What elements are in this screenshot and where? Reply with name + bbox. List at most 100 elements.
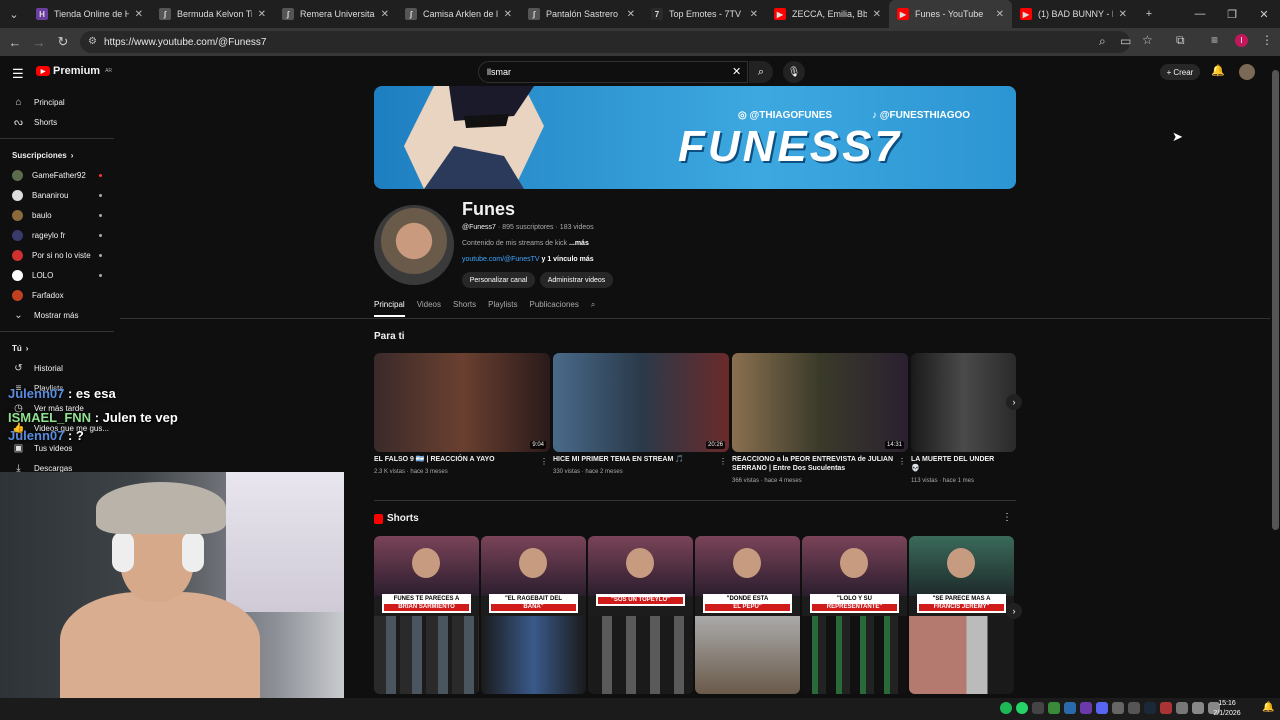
close-tab-icon[interactable]: ✕	[873, 9, 881, 20]
short-card[interactable]: "DONDE ESTA EL PEPU"	[695, 536, 800, 694]
short-card[interactable]: "EL RAGEBAIT DEL BANA"	[481, 536, 586, 694]
sidebar-subscription[interactable]: LOLO	[0, 265, 114, 285]
new-tab-icon[interactable]: +	[1135, 0, 1163, 28]
close-tab-icon[interactable]: ✕	[504, 9, 512, 20]
close-tab-icon[interactable]: ✕	[258, 9, 266, 20]
tab-search-icon[interactable]: ⌄	[0, 0, 28, 28]
notifications-bell-icon[interactable]: 🔔	[1211, 64, 1225, 77]
tray-app-icon[interactable]	[1032, 702, 1044, 714]
short-card[interactable]: FUNES TE PARECES A BRIAN SARMIENTO	[374, 536, 479, 694]
video-title[interactable]: REACCIONO a la PEOR ENTREVISTA de JULIAN…	[732, 456, 908, 474]
tray-app-icon[interactable]	[1048, 702, 1060, 714]
browser-tab[interactable]: ʃRemera Universitaria✕	[274, 0, 397, 28]
show-more-button[interactable]: ⌄ Mostrar más	[0, 305, 114, 325]
site-info-icon[interactable]: ⚙	[88, 36, 97, 47]
more-options-icon[interactable]: ⋮	[719, 457, 727, 466]
tab-playlists[interactable]: Playlists	[488, 300, 517, 317]
reload-icon[interactable]: ↻	[51, 34, 75, 50]
browser-menu-icon[interactable]: ⋮	[1261, 33, 1273, 47]
carousel-next-button[interactable]: ›	[1006, 394, 1022, 410]
short-card[interactable]: "SE PARECE MAS A FRANCIS JEREMY"	[909, 536, 1014, 694]
video-title[interactable]: LA MUERTE DEL UNDER 💀	[911, 456, 1016, 474]
tray-app-icon[interactable]	[1160, 702, 1172, 714]
tab-principal[interactable]: Principal	[374, 300, 405, 317]
sidebar-item-principal[interactable]: ⌂ Principal	[0, 92, 114, 112]
hamburger-menu-icon[interactable]: ☰	[12, 66, 24, 82]
notifications-icon[interactable]: 🔔	[1262, 702, 1274, 713]
whatsapp-icon[interactable]	[1016, 702, 1028, 714]
customize-channel-button[interactable]: Personalizar canal	[462, 272, 535, 288]
page-scrollbar-thumb[interactable]	[1272, 70, 1279, 530]
more-options-icon[interactable]: ⋮	[898, 457, 906, 466]
close-tab-icon[interactable]: ✕	[135, 9, 143, 20]
microphone-icon[interactable]	[1112, 702, 1124, 714]
sidebar-subscription[interactable]: GameFather92	[0, 165, 114, 185]
youtube-premium-logo[interactable]: ▶ Premium AR	[36, 65, 112, 77]
tab-publicaciones[interactable]: Publicaciones	[529, 300, 578, 317]
sidebar-subscription[interactable]: Bananirou	[0, 185, 114, 205]
url-field[interactable]: ⚙ https://www.youtube.com/@Funess7	[80, 31, 1130, 53]
account-avatar[interactable]	[1239, 64, 1255, 80]
short-card[interactable]: "SOS UN TOPEYLO"	[588, 536, 693, 694]
video-thumbnail[interactable]: 14:31	[732, 353, 908, 452]
tab-shorts[interactable]: Shorts	[453, 300, 476, 317]
shorts-next-button[interactable]: ›	[1006, 603, 1022, 619]
browser-tab[interactable]: 7 Top Emotes - 7TV ✕	[643, 0, 766, 28]
tray-app-icon[interactable]	[1128, 702, 1140, 714]
close-tab-icon[interactable]: ✕	[381, 9, 389, 20]
browser-tab[interactable]: ʃCamisa Arklen de lino✕	[397, 0, 520, 28]
sidebar-item-shorts[interactable]: ᔓ Shorts	[0, 112, 114, 132]
clear-search-icon[interactable]: ✕	[732, 65, 741, 78]
shorts-more-options-icon[interactable]: ⋮	[1002, 512, 1012, 523]
close-window-icon[interactable]: ✕	[1248, 0, 1280, 28]
video-card[interactable]: 14:31 REACCIONO a la PEOR ENTREVISTA de …	[732, 353, 908, 484]
search-button[interactable]: ⌕	[749, 61, 773, 83]
browser-tab[interactable]: ʃBermuda Kelvon Tira✕	[151, 0, 274, 28]
bookmark-star-icon[interactable]: ☆	[1142, 33, 1153, 47]
zoom-icon[interactable]: ⌕	[1099, 34, 1106, 49]
sidebar-subscription[interactable]: rageylo fr	[0, 225, 114, 245]
voice-search-icon[interactable]: 🎙	[783, 61, 805, 83]
browser-tab[interactable]: ʃPantalón Sastrero Bre✕	[520, 0, 643, 28]
browser-tab[interactable]: HTienda Online de HH✕	[28, 0, 151, 28]
create-button[interactable]: + Crear	[1160, 64, 1200, 80]
cast-icon[interactable]: ▭	[1120, 34, 1131, 48]
channel-search-icon[interactable]: ⌕	[591, 300, 595, 317]
video-card[interactable]: LA MUERTE DEL UNDER 💀 113 vistas · hace …	[911, 353, 1016, 484]
browser-profile-avatar[interactable]: I	[1235, 34, 1248, 47]
browser-tab-active[interactable]: ▶ Funes - YouTube ✕	[889, 0, 1012, 28]
manage-videos-button[interactable]: Administrar videos	[540, 272, 613, 288]
tray-app-icon[interactable]	[1080, 702, 1092, 714]
channel-avatar[interactable]	[374, 205, 454, 285]
sidebar-item-history[interactable]: ↺ Historial	[0, 358, 114, 378]
close-tab-icon[interactable]: ✕	[627, 9, 635, 20]
tray-app-icon[interactable]	[1176, 702, 1188, 714]
video-card[interactable]: 9:04 EL FALSO 9 🇦🇷 | REACCIÓN A YAYO 2.3…	[374, 353, 550, 475]
browser-tab[interactable]: ▶ZECCA, Emilia, Bb tric✕	[766, 0, 889, 28]
video-thumbnail[interactable]	[911, 353, 1016, 452]
tab-videos[interactable]: Videos	[417, 300, 441, 317]
close-tab-icon[interactable]: ✕	[996, 9, 1004, 20]
video-thumbnail[interactable]: 9:04	[374, 353, 550, 452]
sidebar-subscription[interactable]: baulo	[0, 205, 114, 225]
video-card[interactable]: 20:26 HICE MI PRIMER TEMA EN STREAM 🎵 33…	[553, 353, 729, 475]
more-options-icon[interactable]: ⋮	[540, 457, 548, 466]
restore-icon[interactable]: ❐	[1216, 0, 1248, 28]
close-tab-icon[interactable]: ✕	[1119, 9, 1127, 20]
tray-app-icon[interactable]	[1064, 702, 1076, 714]
browser-tab[interactable]: ▶(1) BAD BUNNY - BA✕	[1012, 0, 1135, 28]
you-heading[interactable]: Tú ›	[0, 338, 114, 358]
extensions-icon[interactable]: ⧉	[1176, 33, 1185, 48]
channel-description[interactable]: Contenido de mis streams de kick ...más	[462, 240, 589, 247]
sidebar-subscription[interactable]: Por si no lo viste	[0, 245, 114, 265]
video-title[interactable]: EL FALSO 9 🇦🇷 | REACCIÓN A YAYO	[374, 456, 550, 465]
subscriptions-heading[interactable]: Suscripciones ›	[0, 145, 114, 165]
search-input[interactable]: llsmar	[478, 61, 748, 83]
discord-icon[interactable]	[1096, 702, 1108, 714]
steam-icon[interactable]	[1144, 702, 1156, 714]
spotify-icon[interactable]	[1000, 702, 1012, 714]
channel-link[interactable]: youtube.com/@FunesTV y 1 vínculo más	[462, 256, 594, 263]
short-card[interactable]: "LOLO Y SU REPRESENTANTE"	[802, 536, 907, 694]
minimize-icon[interactable]: —	[1184, 0, 1216, 28]
sidebar-subscription[interactable]: Farfadox	[0, 285, 114, 305]
